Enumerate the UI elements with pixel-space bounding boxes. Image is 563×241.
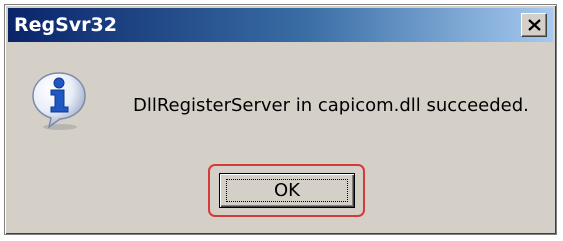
window-title: RegSvr32	[14, 14, 117, 36]
ok-button[interactable]: OK	[219, 173, 355, 208]
ok-button-label: OK	[274, 180, 300, 201]
information-icon	[27, 69, 91, 137]
regsvr32-dialog: RegSvr32 DllRegisterServer in capicom.dl…	[4, 4, 557, 235]
close-button[interactable]	[521, 13, 547, 37]
close-x-icon	[528, 19, 541, 31]
title-bar[interactable]: RegSvr32	[8, 8, 553, 42]
message-text: DllRegisterServer in capicom.dll succeed…	[133, 95, 529, 116]
